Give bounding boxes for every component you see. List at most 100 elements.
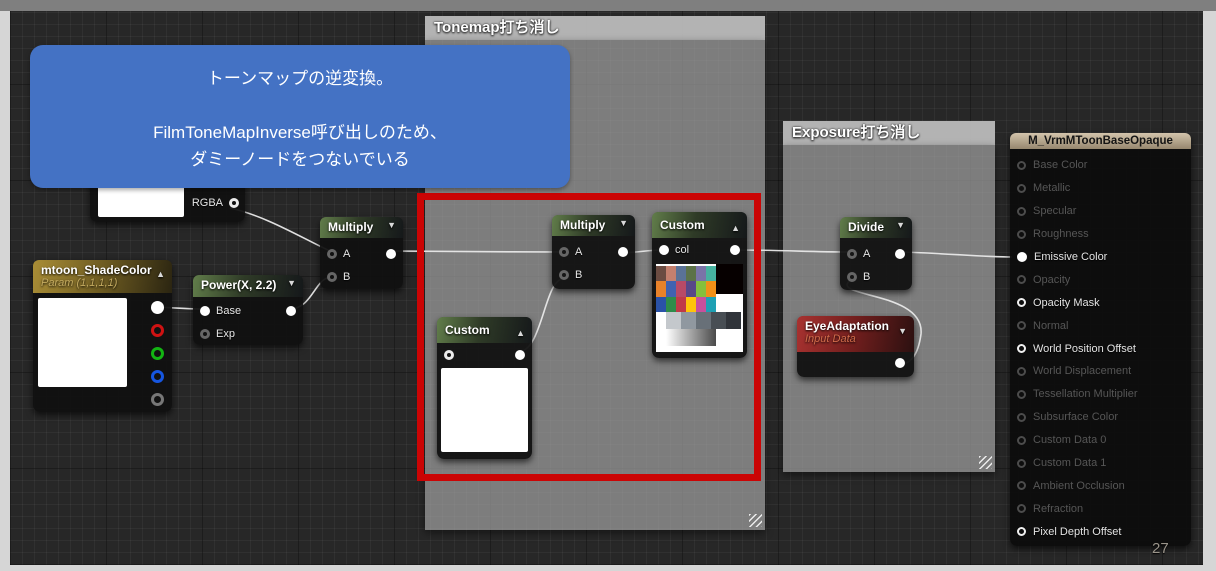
node-power[interactable]: Power(X, 2.2) ▼ Base Exp [193, 275, 303, 345]
input-pin[interactable] [1017, 367, 1026, 376]
material-pin-row[interactable]: Opacity [1010, 268, 1191, 291]
material-pin-row[interactable]: Refraction [1010, 497, 1191, 520]
pin-label: Exp [216, 328, 235, 340]
pin-label: Roughness [1033, 228, 1089, 240]
input-pin[interactable] [1017, 481, 1026, 490]
input-pin-base[interactable] [200, 306, 210, 316]
color-preview [38, 298, 127, 387]
material-pin-row[interactable]: World Position Offset [1010, 337, 1191, 360]
dropdown-icon[interactable]: ▼ [287, 278, 296, 288]
input-pin[interactable] [1017, 298, 1026, 307]
resize-grip-icon[interactable] [749, 514, 762, 527]
input-pin[interactable] [1017, 184, 1026, 193]
node-material-output[interactable]: M_VrmMToonBaseOpaque Base ColorMetallicS… [1010, 133, 1191, 546]
pin-label: Custom Data 0 [1033, 434, 1106, 446]
material-pin-row[interactable]: Custom Data 1 [1010, 452, 1191, 475]
input-pin[interactable] [1017, 275, 1026, 284]
node-title: EyeAdaptation [805, 319, 906, 333]
pin-label: World Displacement [1033, 365, 1131, 377]
output-pin[interactable] [895, 249, 905, 259]
material-pin-row[interactable]: Roughness [1010, 223, 1191, 246]
material-pin-row[interactable]: Metallic [1010, 177, 1191, 200]
pin-label-rgba: RGBA [192, 197, 223, 209]
pin-label: Base Color [1033, 159, 1087, 171]
node-mtoon-shadecolor[interactable]: mtoon_ShadeColor Param (1,1,1,1) ▲ [33, 260, 172, 412]
node-multiply-1[interactable]: Multiply ▼ A B [320, 217, 403, 289]
pin-label: B [863, 271, 870, 283]
material-pin-row[interactable]: Normal [1010, 314, 1191, 337]
input-pin[interactable] [1017, 321, 1026, 330]
input-pin[interactable] [1017, 344, 1026, 353]
input-pin[interactable] [1017, 390, 1026, 399]
comment-body-exposure[interactable] [783, 145, 995, 472]
callout-line-2: FilmToneMapInverse呼び出しのため、 [30, 119, 570, 146]
material-pin-row[interactable]: Opacity Mask [1010, 291, 1191, 314]
node-title: mtoon_ShadeColor [41, 263, 164, 277]
pin-label: Opacity [1033, 274, 1070, 286]
dropdown-icon[interactable]: ▼ [387, 220, 396, 230]
material-pin-row[interactable]: Emissive Color [1010, 246, 1191, 269]
pin-label: Metallic [1033, 182, 1070, 194]
pin-label: Custom Data 1 [1033, 457, 1106, 469]
material-pin-row[interactable]: Subsurface Color [1010, 406, 1191, 429]
output-pin-g[interactable] [151, 347, 164, 360]
dropdown-icon[interactable]: ▼ [896, 220, 905, 230]
input-pin-a[interactable] [847, 249, 857, 259]
input-pin-b[interactable] [327, 272, 337, 282]
highlight-rectangle [417, 193, 761, 481]
material-pin-row[interactable]: World Displacement [1010, 360, 1191, 383]
input-pin[interactable] [1017, 413, 1026, 422]
comment-box-exposure[interactable]: Exposure打ち消し [783, 121, 995, 472]
output-pin-b[interactable] [151, 370, 164, 383]
input-pin[interactable] [1017, 252, 1027, 262]
input-pin[interactable] [1017, 436, 1026, 445]
material-pin-row[interactable]: Custom Data 0 [1010, 429, 1191, 452]
node-eyeadaptation[interactable]: EyeAdaptation Input Data ▼ [797, 316, 914, 377]
material-pin-row[interactable]: Ambient Occlusion [1010, 474, 1191, 497]
annotation-callout: トーンマップの逆変換。 FilmToneMapInverse呼び出しのため、 ダ… [30, 45, 570, 188]
output-pin[interactable] [286, 306, 296, 316]
pin-label: Ambient Occlusion [1033, 480, 1125, 492]
material-pin-list: Base Color Metallic Specular Roughness Emiss… [1010, 149, 1191, 543]
input-pin[interactable] [1017, 504, 1026, 513]
pin-label: B [343, 271, 350, 283]
slide: Tonemap打ち消し Exposure打ち消し RGBA mtoon_Shad… [0, 0, 1216, 571]
pin-label: Base [216, 305, 241, 317]
input-pin[interactable] [1017, 230, 1026, 239]
input-pin[interactable] [1017, 527, 1026, 536]
pin-label: Pixel Depth Offset [1033, 526, 1121, 538]
material-pin-row[interactable]: Tessellation Multiplier [1010, 383, 1191, 406]
pin-label: Emissive Color [1034, 251, 1107, 263]
node-subtitle: Input Data [805, 333, 906, 345]
collapse-up-icon[interactable]: ▲ [156, 269, 165, 279]
pin-label: Subsurface Color [1033, 411, 1118, 423]
output-pin[interactable] [895, 358, 905, 368]
pin-label: A [863, 248, 870, 260]
input-pin-a[interactable] [327, 249, 337, 259]
input-pin-b[interactable] [847, 272, 857, 282]
material-pin-row[interactable]: Base Color [1010, 154, 1191, 177]
output-pin[interactable] [386, 249, 396, 259]
input-pin[interactable] [1017, 161, 1026, 170]
pin-label: World Position Offset [1033, 343, 1136, 355]
resize-grip-icon[interactable] [979, 456, 992, 469]
comment-title-tonemap[interactable]: Tonemap打ち消し [425, 16, 765, 40]
output-pin-rgba[interactable] [151, 301, 164, 314]
pin-label: Opacity Mask [1033, 297, 1100, 309]
node-title: Divide [848, 220, 884, 234]
output-pin[interactable] [229, 198, 239, 208]
output-pin-r[interactable] [151, 324, 164, 337]
input-pin-exp[interactable] [200, 329, 210, 339]
input-pin[interactable] [1017, 207, 1026, 216]
slide-top-bar [0, 0, 1216, 11]
callout-line-3: ダミーノードをつないでいる [30, 146, 570, 173]
input-pin[interactable] [1017, 459, 1026, 468]
page-number: 27 [1152, 540, 1182, 557]
pin-label: Specular [1033, 205, 1076, 217]
output-pin-a[interactable] [151, 393, 164, 406]
dropdown-icon[interactable]: ▼ [898, 326, 907, 336]
material-pin-row[interactable]: Specular [1010, 200, 1191, 223]
callout-spacer [30, 92, 570, 119]
node-divide[interactable]: Divide ▼ A B [840, 217, 912, 290]
comment-title-exposure[interactable]: Exposure打ち消し [783, 121, 995, 145]
